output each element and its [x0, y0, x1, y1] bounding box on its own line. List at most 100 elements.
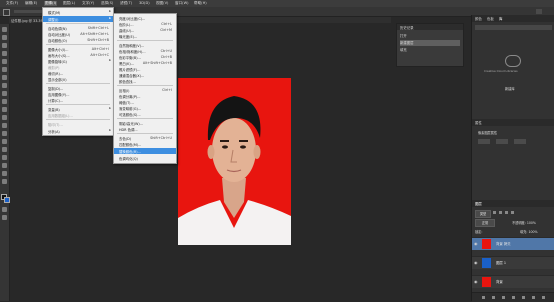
menu-item-auto-color[interactable]: 自动颜色(O) Shift+Ctrl+B — [43, 37, 113, 43]
gradient-tool-icon[interactable] — [2, 115, 7, 120]
menu-item-analysis[interactable]: 分析(A) ▸ — [43, 128, 113, 134]
layer-thumbnail — [482, 239, 491, 249]
adjustments-submenu: 亮度/对比度(C)... 色阶(L)... Ctrl+L 曲线(U)... Ctrl… — [113, 13, 177, 164]
pen-tool-icon[interactable] — [2, 139, 7, 144]
library-selector[interactable] — [475, 25, 552, 30]
fill-control[interactable]: 填充: 100% — [520, 229, 538, 234]
layer-row[interactable]: ◉ 背景 — [472, 275, 554, 288]
history-item[interactable]: 打开 — [400, 33, 460, 39]
history-panel-header: 历史记录 — [397, 24, 463, 30]
menu-window[interactable]: 窗口(W) — [175, 1, 189, 6]
menu-item-adjustments[interactable]: 调整(J) ▸ — [43, 16, 113, 22]
history-panel: 历史记录 打开 新建图层 填充 — [396, 23, 464, 67]
menu-item-calculations[interactable]: 计算(C)... — [43, 97, 113, 103]
opacity-control[interactable]: 不透明度: 100% — [512, 220, 536, 225]
quick-select-tool-icon[interactable] — [2, 51, 7, 56]
shape-tool-icon[interactable] — [2, 163, 7, 168]
menu-layer[interactable]: 图层(L) — [63, 1, 75, 6]
layer-filter-select[interactable]: 类型 — [475, 210, 491, 218]
hand-tool-icon[interactable] — [2, 171, 7, 176]
layer-thumbnail — [482, 277, 491, 287]
blur-tool-icon[interactable] — [2, 123, 7, 128]
menu-view[interactable]: 视图(V) — [156, 1, 168, 6]
menu-separator — [46, 83, 110, 84]
lasso-tool-icon[interactable] — [2, 43, 7, 48]
property-field[interactable] — [496, 139, 508, 144]
menu-item-mode[interactable]: 模式(M) ▸ — [43, 9, 113, 15]
history-item[interactable]: 填充 — [400, 47, 460, 53]
menu-3d[interactable]: 3D(D) — [139, 1, 150, 5]
property-field[interactable] — [514, 139, 526, 144]
type-tool-icon[interactable] — [2, 147, 7, 152]
group-icon[interactable] — [522, 296, 525, 299]
mask-icon[interactable] — [502, 296, 505, 299]
healing-tool-icon[interactable] — [2, 75, 7, 80]
menu-item-match-color[interactable]: 匹配颜色(M)... — [114, 141, 176, 147]
crop-tool-icon[interactable] — [2, 59, 7, 64]
menu-item-selective-color[interactable]: 可选颜色(S)... — [114, 111, 176, 117]
menu-item-color-lookup[interactable]: 颜色查找... — [114, 78, 176, 84]
workspace-icon[interactable] — [536, 9, 542, 14]
quick-mask-icon[interactable] — [2, 207, 7, 212]
tab-swatches[interactable]: 色板 — [487, 16, 494, 21]
menu-image[interactable]: 图像(I) — [44, 1, 58, 6]
path-select-tool-icon[interactable] — [2, 155, 7, 160]
libraries-label: 新建库 — [505, 87, 515, 91]
new-layer-icon[interactable] — [532, 296, 535, 299]
menu-select[interactable]: 选择(S) — [101, 1, 113, 6]
menu-type[interactable]: 文字(Y) — [82, 1, 94, 6]
visibility-eye-icon[interactable]: ◉ — [474, 279, 478, 284]
filter-pixel-icon[interactable] — [493, 211, 496, 214]
id-photo[interactable] — [178, 78, 291, 245]
filter-adjust-icon[interactable] — [499, 211, 502, 214]
layer-name[interactable]: 背景 — [496, 279, 503, 284]
fx-icon[interactable] — [492, 296, 495, 299]
trash-icon[interactable] — [542, 296, 545, 299]
menu-separator — [46, 119, 110, 120]
history-brush-tool-icon[interactable] — [2, 99, 7, 104]
dodge-tool-icon[interactable] — [2, 131, 7, 136]
visibility-eye-icon[interactable]: ◉ — [474, 241, 478, 246]
menu-item-exposure[interactable]: 曝光度(E)... — [114, 33, 176, 39]
brush-tool-icon[interactable] — [2, 83, 7, 88]
menu-filter[interactable]: 滤镜(T) — [120, 1, 132, 6]
link-layers-icon[interactable] — [482, 296, 485, 299]
properties-header: 属性 — [472, 119, 554, 126]
menu-help[interactable]: 帮助(H) — [194, 1, 207, 6]
layers-header: 图层 — [472, 200, 554, 207]
menu-separator — [117, 40, 173, 41]
layer-name[interactable]: 图层 1 — [496, 260, 506, 265]
history-item[interactable]: 新建图层 — [400, 40, 460, 46]
visibility-eye-icon[interactable]: ◉ — [474, 260, 478, 265]
menu-edit[interactable]: 编辑(E) — [25, 1, 37, 6]
marquee-tool-icon[interactable] — [2, 35, 7, 40]
layer-row[interactable]: ◉ 背景 拷贝 — [472, 237, 554, 250]
layer-thumbnail — [482, 258, 491, 268]
filter-type-icon[interactable] — [505, 211, 508, 214]
menu-item-replace-color[interactable]: 替换颜色(R)... — [114, 148, 176, 154]
menu-separator — [117, 133, 173, 134]
move-tool-icon[interactable] — [3, 9, 10, 16]
eyedropper-tool-icon[interactable] — [2, 67, 7, 72]
blend-mode-select[interactable]: 正常 — [475, 219, 495, 227]
move-tool-icon[interactable] — [2, 27, 7, 32]
more-tools-icon[interactable] — [2, 187, 7, 192]
tab-libraries[interactable]: 库 — [499, 16, 502, 21]
menu-item-reveal-all[interactable]: 显示全部(V) — [43, 76, 113, 82]
screen-mode-icon[interactable] — [2, 215, 7, 220]
layer-row[interactable]: ◉ 图层 1 — [472, 256, 554, 269]
properties-title: 属性 — [475, 121, 482, 125]
layer-name[interactable]: 背景 拷贝 — [496, 241, 511, 246]
menu-item-equalize[interactable]: 色调均化(Q) — [114, 155, 176, 161]
libraries-tab-strip: 颜色 色板 库 — [472, 15, 554, 22]
eraser-tool-icon[interactable] — [2, 107, 7, 112]
property-field[interactable] — [478, 139, 490, 144]
menu-separator — [46, 23, 110, 24]
stamp-tool-icon[interactable] — [2, 91, 7, 96]
tab-color[interactable]: 颜色 — [475, 16, 482, 21]
adjustment-layer-icon[interactable] — [512, 296, 515, 299]
menu-file[interactable]: 文件(F) — [6, 1, 18, 6]
zoom-tool-icon[interactable] — [2, 179, 7, 184]
menu-item-hdr-toning[interactable]: HDR 色调... — [114, 126, 176, 132]
filter-shape-icon[interactable] — [511, 211, 514, 214]
